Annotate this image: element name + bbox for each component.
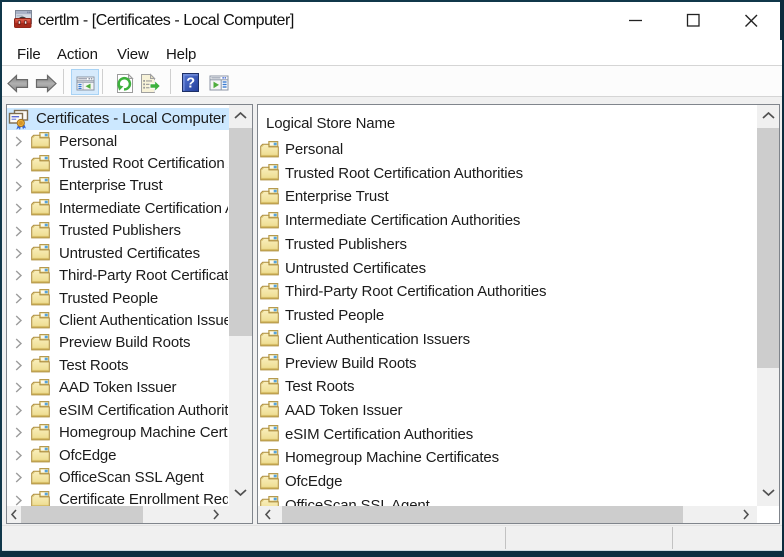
svg-text:?: ? — [186, 76, 195, 92]
